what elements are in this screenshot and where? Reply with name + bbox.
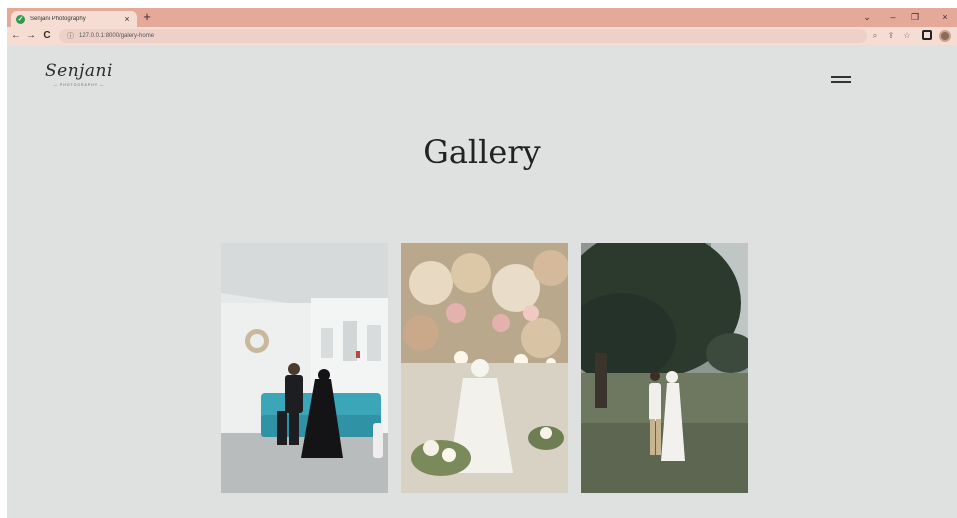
new-tab-button[interactable]: + — [140, 10, 154, 24]
menu-line — [831, 81, 851, 83]
restore-button[interactable]: ❐ — [907, 10, 923, 24]
gallery-grid — [221, 243, 748, 493]
hamburger-menu-icon[interactable] — [831, 76, 851, 84]
site-info-icon[interactable]: ⓘ — [67, 31, 74, 41]
url-text: 127.0.0.1:8000/galery-home — [79, 33, 155, 39]
reload-icon[interactable]: C — [40, 29, 54, 43]
zoom-icon[interactable]: ⌕ — [869, 30, 881, 42]
bride-flower-wall-image — [401, 243, 568, 493]
site-logo[interactable]: Senjani — PHOTOGRAPHY — — [45, 61, 113, 87]
tab-title: Senjani Photography — [30, 16, 86, 22]
couple-on-sofa-image — [221, 243, 388, 493]
bookmark-star-icon[interactable]: ☆ — [901, 30, 913, 42]
address-bar[interactable]: ⓘ 127.0.0.1:8000/galery-home — [59, 29, 867, 43]
favicon-icon: ✓ — [16, 14, 25, 24]
browser-toolbar: ← → C ⓘ 127.0.0.1:8000/galery-home ⌕ ⇪ ☆ — [7, 27, 957, 45]
logo-tagline: — PHOTOGRAPHY — — [53, 83, 105, 87]
logo-name: Senjani — [45, 61, 113, 81]
couple-under-tree-image — [581, 243, 748, 493]
menu-line — [831, 76, 851, 78]
back-arrow-icon[interactable]: ← — [9, 29, 23, 43]
gallery-photo[interactable] — [221, 243, 388, 493]
tab-senjani-photography[interactable]: ✓ Senjani Photography × — [11, 11, 137, 27]
gallery-photo[interactable] — [581, 243, 748, 493]
close-window-button[interactable]: × — [937, 10, 953, 24]
page-content: Senjani — PHOTOGRAPHY — Gallery — [7, 45, 957, 518]
share-icon[interactable]: ⇪ — [885, 30, 897, 42]
close-tab-icon[interactable]: × — [122, 14, 132, 24]
gallery-photo[interactable] — [401, 243, 568, 493]
profile-avatar[interactable] — [939, 30, 951, 42]
side-panel-icon[interactable] — [922, 30, 932, 40]
browser-window: ✓ Senjani Photography × + ⌄ – ❐ × ← → C … — [7, 8, 957, 518]
minimize-button[interactable]: – — [885, 10, 901, 24]
tab-strip: ✓ Senjani Photography × + ⌄ – ❐ × — [7, 8, 957, 27]
forward-arrow-icon[interactable]: → — [24, 29, 38, 43]
tab-search-icon[interactable]: ⌄ — [859, 10, 875, 24]
page-title: Gallery — [423, 133, 541, 171]
